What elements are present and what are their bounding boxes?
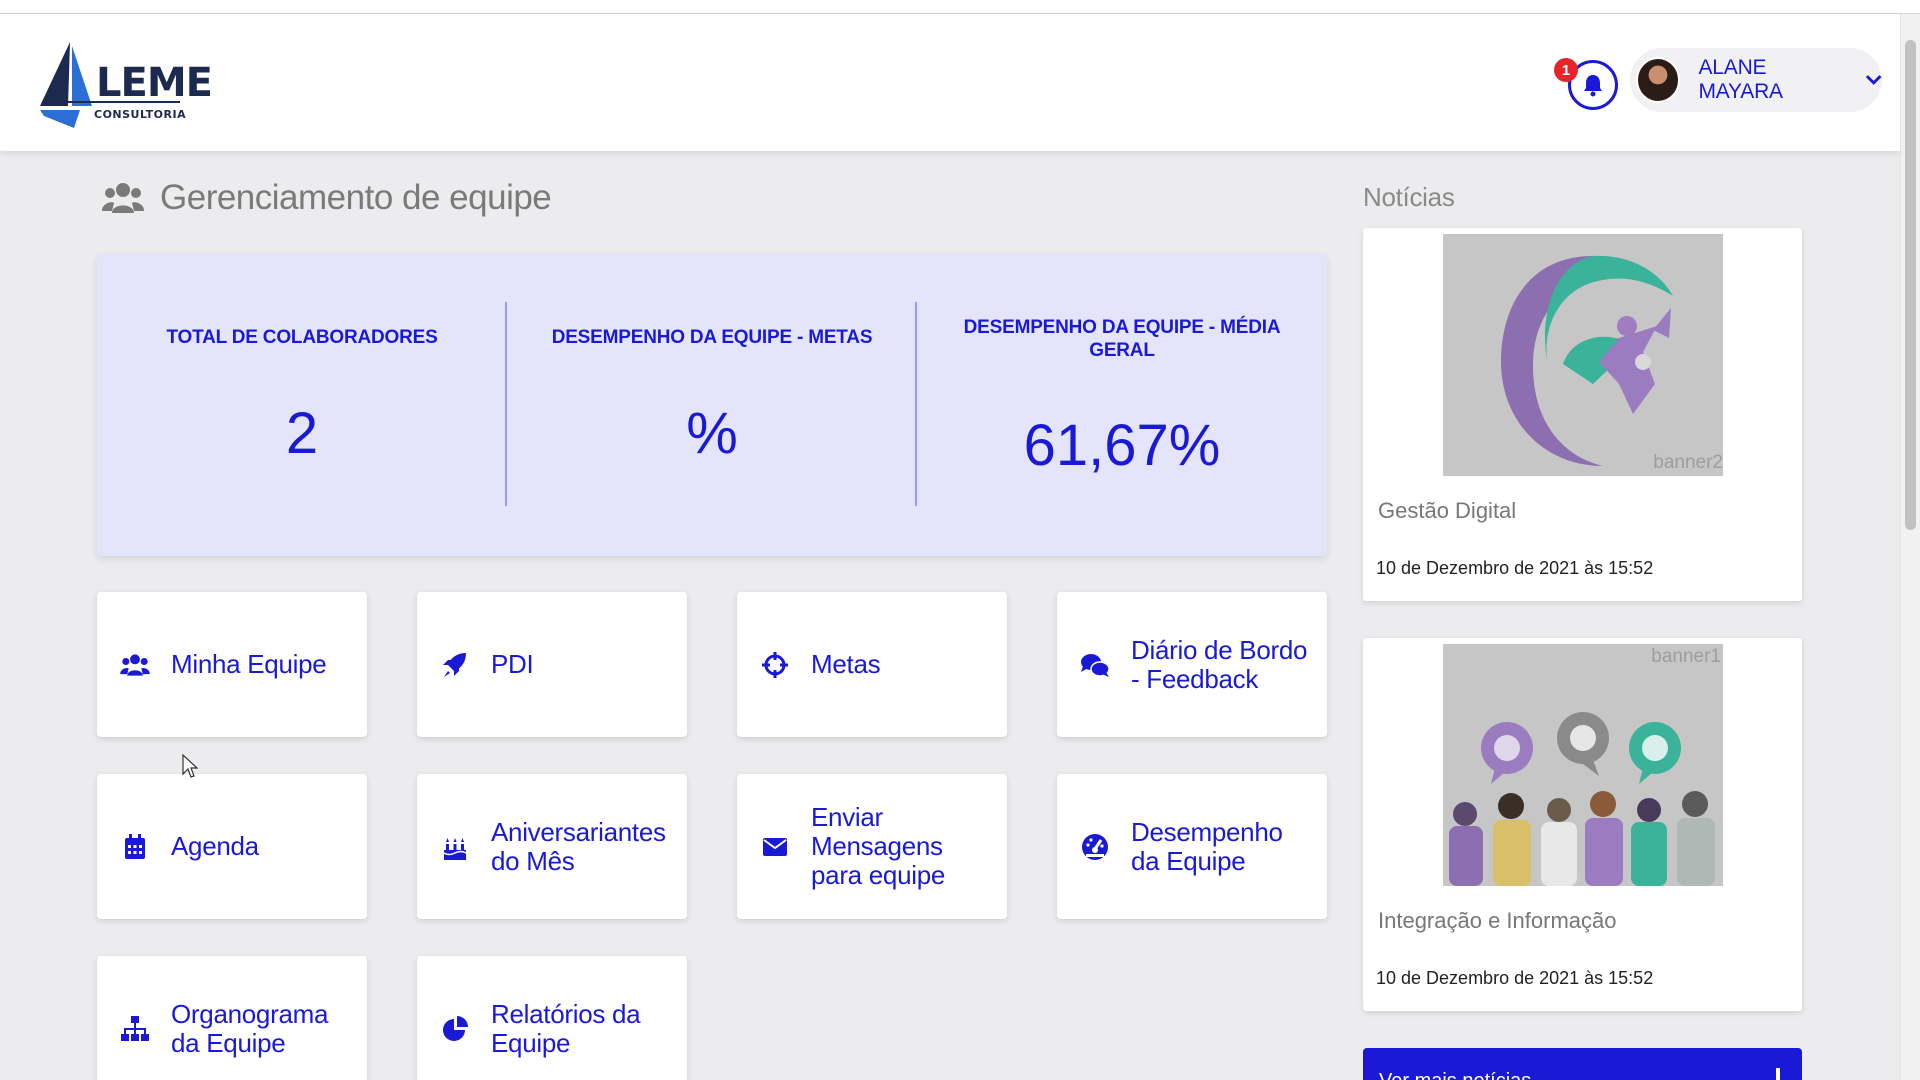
- news-banner-image: banner1: [1443, 644, 1723, 886]
- gauge-icon: [1082, 833, 1108, 860]
- calendar-icon: [125, 833, 145, 859]
- user-name: ALANE MAYARA: [1698, 56, 1783, 103]
- tile-label: PDI: [491, 649, 534, 679]
- notification-count-badge: 1: [1554, 58, 1578, 82]
- kpi-label: TOTAL DE COLABORADORES: [166, 327, 438, 348]
- kpi-desempenho-metas: DESEMPENHO DA EQUIPE - METAS %: [507, 254, 917, 556]
- kpi-label: DESEMPENHO DA EQUIPE - METAS: [551, 327, 873, 348]
- scrollbar-thumb[interactable]: [1905, 40, 1916, 530]
- tile-label: Agenda: [171, 831, 259, 861]
- user-menu[interactable]: ALANE MAYARA: [1630, 48, 1882, 112]
- tile-minha-equipe[interactable]: Minha Equipe: [97, 592, 367, 737]
- kpi-desempenho-media-geral: DESEMPENHO DA EQUIPE - MÉDIA GERAL 61,67…: [917, 254, 1327, 556]
- news-card[interactable]: banner2 Gestão Digital 10 de Dezembro de…: [1363, 228, 1802, 601]
- users-icon: [102, 183, 144, 213]
- tile-pdi[interactable]: PDI: [417, 592, 687, 737]
- chevron-down-icon: [1865, 75, 1882, 85]
- news-heading: Integração e Informação: [1378, 908, 1617, 933]
- news-banner-image: banner2: [1443, 234, 1723, 476]
- birthday-cake-icon: [443, 837, 467, 860]
- tile-label: Relatórios da Equipe: [491, 998, 641, 1058]
- news-section-title: Notícias: [1363, 182, 1455, 212]
- banner-label: banner1: [1651, 646, 1721, 667]
- users-icon: [120, 653, 150, 676]
- app-header: LEME CONSULTORIA 1 ALANE MAYARA: [0, 14, 1900, 151]
- tile-label: Organograma da Equipe: [171, 998, 329, 1058]
- kpi-value: 2: [285, 401, 319, 466]
- tile-label: Desempenho da Equipe: [1131, 816, 1283, 876]
- logo-wordmark: LEME: [96, 60, 213, 106]
- news-card[interactable]: banner1 Integração e Informação 10 de De…: [1363, 638, 1802, 1011]
- plus-icon: [1776, 1068, 1780, 1080]
- page-title: Gerenciamento de equipe: [102, 178, 552, 218]
- kpi-total-colaboradores: TOTAL DE COLABORADORES 2: [97, 254, 507, 556]
- page-title-text: Gerenciamento de equipe: [160, 178, 552, 217]
- comments-icon: [1081, 653, 1110, 677]
- page-scrollbar[interactable]: [1900, 14, 1920, 1080]
- browser-top-strip: [0, 0, 1920, 14]
- news-date: 10 de Dezembro de 2021 às 15:52: [1376, 558, 1654, 578]
- rocket-icon: [443, 652, 466, 677]
- more-news-label: Ver mais notícias: [1379, 1070, 1531, 1080]
- tile-metas[interactable]: Metas: [737, 592, 1007, 737]
- tile-label: Enviar Mensagens para equipe: [811, 802, 946, 890]
- tile-aniversariantes[interactable]: Aniversariantes do Mês: [417, 774, 687, 919]
- kpi-value: %: [686, 401, 738, 466]
- kpi-panel: TOTAL DE COLABORADORES 2 DESEMPENHO DA E…: [97, 254, 1327, 556]
- tile-label: Metas: [811, 649, 881, 679]
- avatar: [1636, 57, 1681, 103]
- bell-icon: [1584, 75, 1602, 97]
- news-date: 10 de Dezembro de 2021 às 15:52: [1376, 968, 1654, 988]
- tile-organograma[interactable]: Organograma da Equipe: [97, 956, 367, 1080]
- crosshair-icon: [762, 651, 788, 678]
- gestao-digital-logo-image: [1501, 255, 1673, 466]
- tile-enviar-mensagens[interactable]: Enviar Mensagens para equipe: [737, 774, 1007, 919]
- logo-subtext: CONSULTORIA: [94, 108, 187, 121]
- news-heading: Gestão Digital: [1378, 498, 1517, 523]
- team-integration-illustration: [1449, 712, 1715, 886]
- envelope-icon: [763, 837, 787, 856]
- mouse-cursor-icon: [182, 754, 198, 778]
- tile-diario-de-bordo[interactable]: Diário de Bordo - Feedback: [1057, 592, 1327, 737]
- kpi-value: 61,67%: [1023, 413, 1221, 478]
- tile-agenda[interactable]: Agenda: [97, 774, 367, 919]
- banner-label: banner2: [1653, 452, 1723, 473]
- tile-label: Diário de Bordo - Feedback: [1131, 634, 1308, 694]
- kpi-label: DESEMPENHO DA EQUIPE - MÉDIA GERAL: [963, 317, 1281, 361]
- tile-label: Minha Equipe: [171, 649, 327, 679]
- tile-desempenho-equipe[interactable]: Desempenho da Equipe: [1057, 774, 1327, 919]
- org-chart-icon: [121, 1015, 149, 1041]
- tile-label: Aniversariantes do Mês: [491, 816, 666, 876]
- tile-relatorios[interactable]: Relatórios da Equipe: [417, 956, 687, 1080]
- pie-chart-icon: [443, 1015, 468, 1041]
- more-news-button[interactable]: Ver mais notícias: [1363, 1048, 1802, 1080]
- leme-logo[interactable]: LEME CONSULTORIA: [40, 36, 213, 131]
